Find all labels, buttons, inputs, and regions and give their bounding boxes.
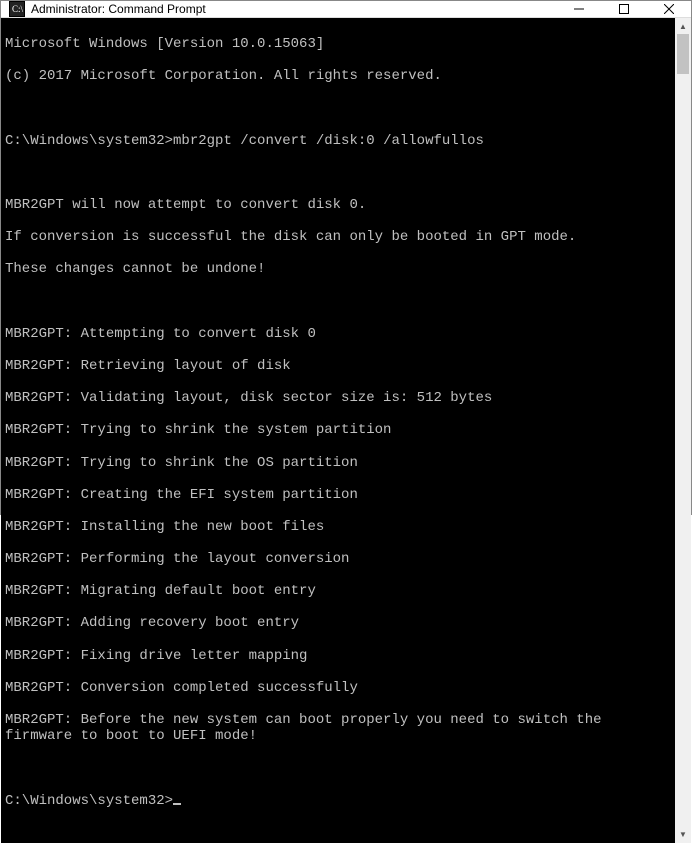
console-line: MBR2GPT: Retrieving layout of disk — [5, 358, 671, 374]
console-line: MBR2GPT: Migrating default boot entry — [5, 583, 671, 599]
console-line: MBR2GPT: Fixing drive letter mapping — [5, 648, 671, 664]
console-line: MBR2GPT: Conversion completed successful… — [5, 680, 671, 696]
console-line — [5, 100, 671, 116]
svg-text:C:\: C:\ — [12, 4, 24, 14]
prompt-path: C:\Windows\system32> — [5, 793, 173, 809]
maximize-button[interactable] — [601, 1, 646, 17]
scroll-thumb[interactable] — [677, 34, 689, 74]
command-prompt-window: C:\ Administrator: Command Prompt Micros… — [0, 0, 692, 515]
minimize-button[interactable] — [556, 1, 601, 17]
console-line: MBR2GPT: Attempting to convert disk 0 — [5, 326, 671, 342]
window-title: Administrator: Command Prompt — [31, 2, 556, 16]
command-input: mbr2gpt /convert /disk:0 /allowfullos — [173, 133, 484, 149]
vertical-scrollbar[interactable]: ▲ ▼ — [675, 18, 691, 843]
prompt-path: C:\Windows\system32> — [5, 133, 173, 149]
console-line: MBR2GPT: Adding recovery boot entry — [5, 615, 671, 631]
console-output[interactable]: Microsoft Windows [Version 10.0.15063] (… — [1, 18, 675, 843]
console-line — [5, 294, 671, 310]
scroll-track[interactable] — [675, 34, 691, 827]
console-line: MBR2GPT: Before the new system can boot … — [5, 712, 671, 744]
console-line: These changes cannot be undone! — [5, 261, 671, 277]
console-client-area: Microsoft Windows [Version 10.0.15063] (… — [1, 18, 691, 843]
cmd-icon: C:\ — [9, 1, 25, 17]
console-line: If conversion is successful the disk can… — [5, 229, 671, 245]
titlebar[interactable]: C:\ Administrator: Command Prompt — [1, 1, 691, 18]
console-line: MBR2GPT: Trying to shrink the OS partiti… — [5, 455, 671, 471]
scroll-down-arrow[interactable]: ▼ — [675, 827, 691, 843]
console-line — [5, 165, 671, 181]
console-line: MBR2GPT: Creating the EFI system partiti… — [5, 487, 671, 503]
scroll-up-arrow[interactable]: ▲ — [675, 18, 691, 34]
close-button[interactable] — [646, 1, 691, 17]
console-line: MBR2GPT: Performing the layout conversio… — [5, 551, 671, 567]
console-line: MBR2GPT: Trying to shrink the system par… — [5, 422, 671, 438]
console-line: MBR2GPT: Validating layout, disk sector … — [5, 390, 671, 406]
console-line: MBR2GPT will now attempt to convert disk… — [5, 197, 671, 213]
console-line: (c) 2017 Microsoft Corporation. All righ… — [5, 68, 671, 84]
window-controls — [556, 1, 691, 17]
console-line — [5, 760, 671, 776]
console-line: MBR2GPT: Installing the new boot files — [5, 519, 671, 535]
prompt-line: C:\Windows\system32> — [5, 793, 671, 809]
console-line: Microsoft Windows [Version 10.0.15063] — [5, 36, 671, 52]
text-cursor — [173, 803, 181, 805]
prompt-line: C:\Windows\system32>mbr2gpt /convert /di… — [5, 133, 671, 149]
